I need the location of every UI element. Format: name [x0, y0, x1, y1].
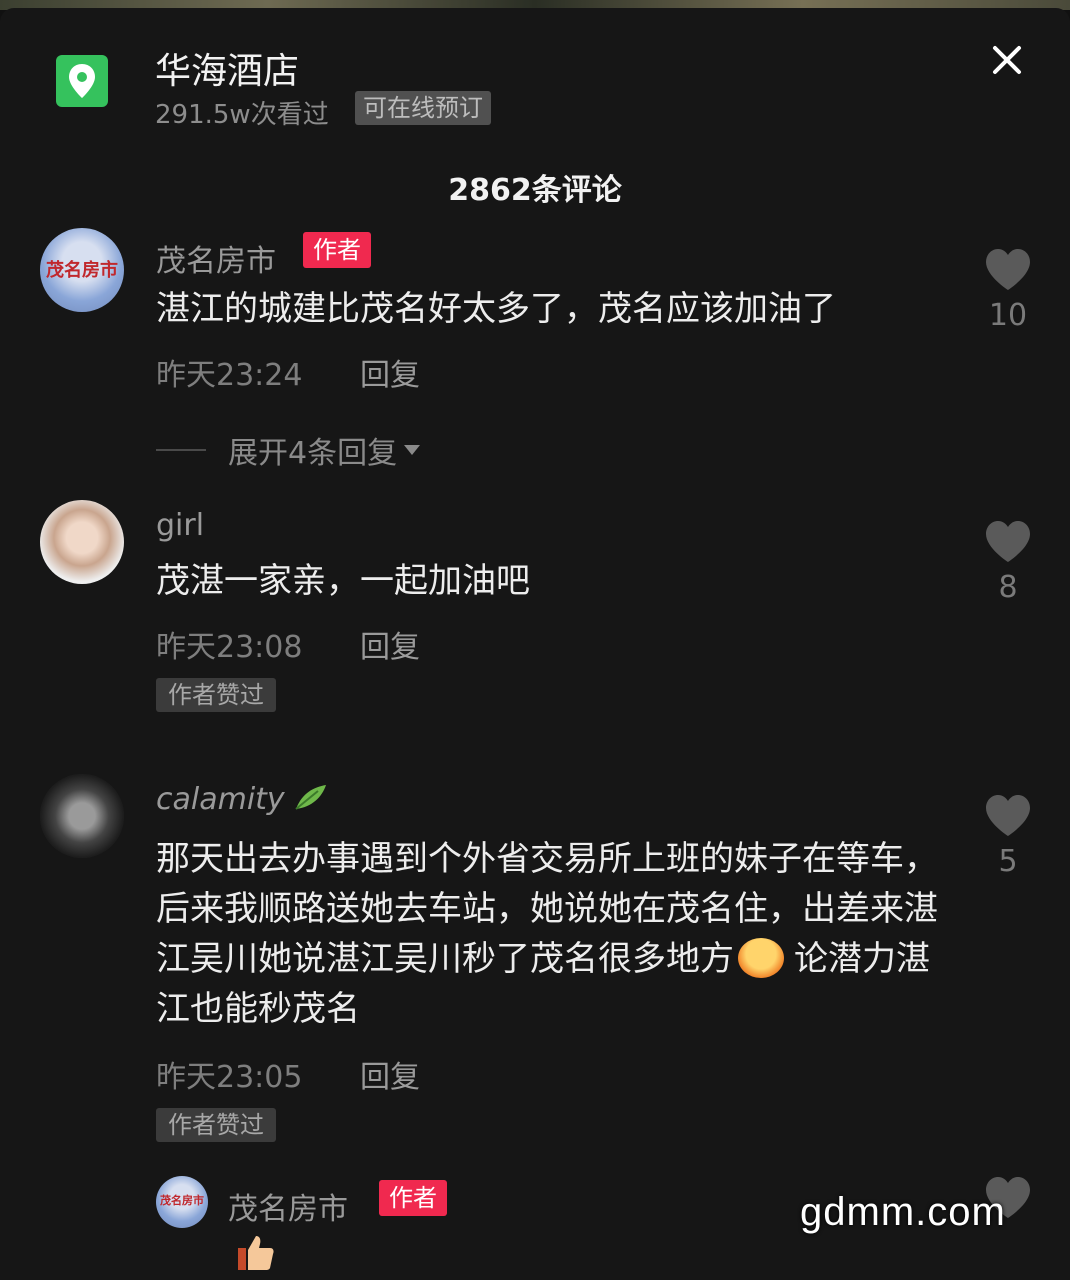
thumbs-up-icon: [238, 1236, 274, 1270]
username-text: calamity: [156, 782, 285, 817]
reply-button[interactable]: 回复: [360, 622, 420, 666]
reply-button[interactable]: 回复: [360, 1052, 420, 1096]
expand-replies-button[interactable]: 展开4条回复: [156, 428, 423, 472]
like-button[interactable]: 5: [978, 794, 1038, 879]
location-pin-icon[interactable]: [56, 55, 108, 107]
avatar-label: 茂名房市: [160, 1194, 204, 1207]
place-title[interactable]: 华海酒店: [155, 42, 299, 94]
heart-icon: [986, 521, 1030, 562]
expand-replies-label: 展开4条回复: [228, 436, 398, 471]
comment-time: 昨天23:08: [156, 630, 303, 665]
heart-icon: [986, 249, 1030, 290]
author-liked-badge: 作者赞过: [156, 1108, 276, 1142]
comment-text: 茂湛一家亲，一起加油吧: [156, 561, 530, 601]
author-liked-badge: 作者赞过: [156, 678, 276, 712]
sheet-header: 华海酒店 291.5w次看过 可在线预订: [0, 8, 1070, 148]
comments-sheet: 华海酒店 291.5w次看过 可在线预订 2862条评论 茂名房市 茂名房市 作…: [0, 8, 1070, 1280]
avatar-label: 茂名房市: [46, 260, 118, 281]
like-count: 10: [988, 298, 1028, 333]
comment-time: 昨天23:05: [156, 1060, 303, 1095]
view-count: 291.5w次看过: [155, 100, 329, 130]
like-button[interactable]: 10: [978, 248, 1038, 333]
heart-icon: [986, 795, 1030, 836]
leaf-icon: [295, 785, 327, 810]
avatar[interactable]: [40, 774, 124, 858]
reply-button[interactable]: 回复: [360, 350, 420, 394]
watermark: gdmm.com: [800, 1190, 1006, 1234]
avatar[interactable]: 茂名房市: [156, 1176, 208, 1228]
laughing-emoji-icon: [738, 938, 784, 978]
comment-text: 湛江的城建比茂名好太多了，茂名应该加油了: [156, 289, 836, 329]
avatar[interactable]: [40, 500, 124, 584]
username[interactable]: 茂名房市: [228, 1184, 348, 1228]
caret-down-icon: [404, 445, 421, 455]
username[interactable]: girl: [156, 508, 204, 543]
booking-badge: 可在线预订: [355, 91, 491, 125]
like-count: 8: [998, 570, 1018, 605]
author-badge: 作者: [379, 1180, 447, 1216]
username[interactable]: 茂名房市: [156, 236, 276, 280]
comment-count: 2862条评论: [448, 173, 622, 208]
username[interactable]: calamity: [156, 782, 328, 817]
close-icon[interactable]: [985, 38, 1029, 82]
avatar[interactable]: 茂名房市: [40, 228, 124, 312]
comment-text: 那天出去办事遇到个外省交易所上班的妹子在等车，后来我顺路送她去车站，她说她在茂名…: [156, 834, 946, 1034]
comment-time: 昨天23:24: [156, 358, 303, 393]
author-badge: 作者: [303, 232, 371, 268]
divider: [156, 449, 206, 451]
like-count: 5: [998, 844, 1018, 879]
like-button[interactable]: 8: [978, 520, 1038, 605]
